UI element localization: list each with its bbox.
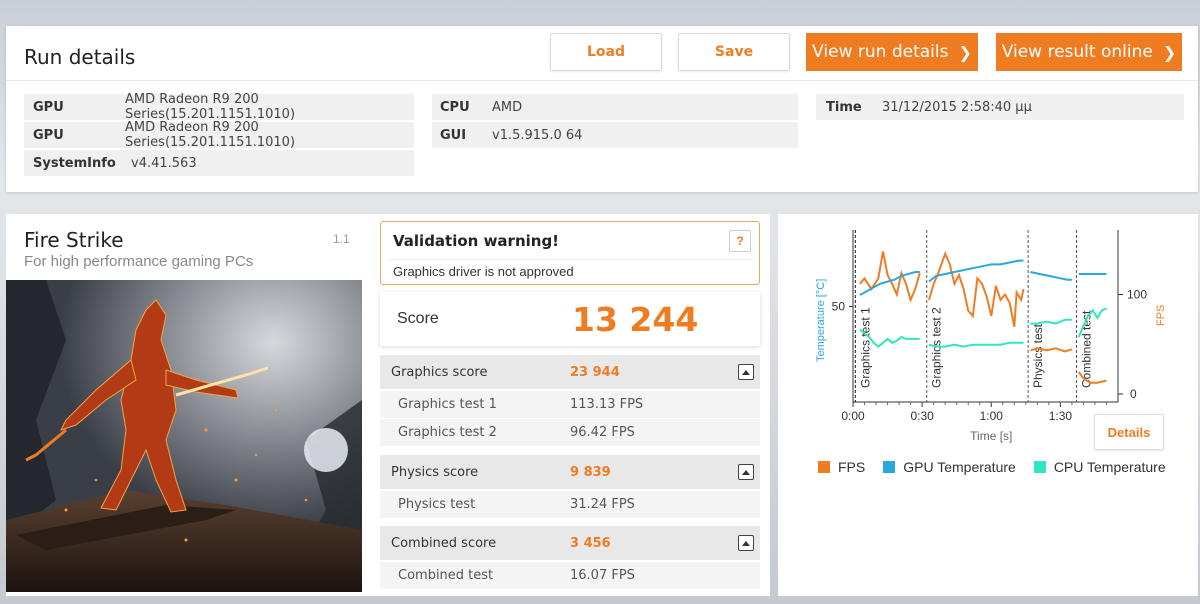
info-value: AMD xyxy=(492,99,523,115)
graphics-score-label: Graphics score xyxy=(391,365,488,380)
chevron-right-icon: ❯ xyxy=(958,42,972,62)
run-details-title: Run details xyxy=(24,45,136,69)
info-value: v1.5.915.0 64 xyxy=(492,127,583,143)
collapse-icon[interactable] xyxy=(738,364,754,380)
info-value: v4.41.563 xyxy=(131,155,197,171)
load-button[interactable]: Load xyxy=(550,33,662,71)
info-key: SystemInfo xyxy=(33,155,116,171)
view-result-online-button[interactable]: View result online ❯ xyxy=(996,33,1182,71)
chevron-right-icon: ❯ xyxy=(1162,42,1177,62)
y-right-tick-label: 0 xyxy=(1130,387,1137,401)
info-value: 31/12/2015 2:58:40 μμ xyxy=(882,99,1032,115)
validation-warning-box: Validation warning! ? Graphics driver is… xyxy=(380,221,760,285)
combined-score-header[interactable]: Combined score 3 456 xyxy=(380,526,760,560)
view-run-details-button[interactable]: View run details ❯ xyxy=(806,33,978,71)
benchmark-version: 1.1 xyxy=(333,232,350,246)
graphics-test-2-row: Graphics test 2 96.42 FPS xyxy=(380,419,760,446)
physics-score-label: Physics score xyxy=(391,465,479,480)
test-label: Graphics test 2 xyxy=(398,425,497,440)
test-value: 31.24 FPS xyxy=(570,497,635,512)
y-right-tick-label: 100 xyxy=(1127,288,1147,302)
series-line-cpu-temperature xyxy=(1030,318,1072,325)
y-left-axis-title: Temperature [°C] xyxy=(815,279,827,362)
legend-swatch-fps xyxy=(818,461,830,473)
combined-test-row: Combined test 16.07 FPS xyxy=(380,562,760,589)
info-value: AMD Radeon R9 200 Series(15.201.1151.101… xyxy=(124,92,296,122)
series-line-gpu-temperature xyxy=(928,259,1024,283)
x-tick-label: 1:30 xyxy=(1049,409,1073,423)
series-line-fps xyxy=(859,251,921,303)
y-right-axis-title: FPS xyxy=(1155,305,1167,326)
section-label: Graphics test 1 xyxy=(858,307,872,388)
physics-test-row: Physics test 31.24 FPS xyxy=(380,491,760,518)
save-button[interactable]: Save xyxy=(678,33,790,71)
collapse-icon[interactable] xyxy=(738,464,754,480)
combined-score-label: Combined score xyxy=(391,536,497,551)
test-label: Physics test xyxy=(398,497,476,512)
combined-score-value: 3 456 xyxy=(570,536,611,551)
info-row-gpu2: GPU AMD Radeon R9 200 Series(15.201.1151… xyxy=(24,120,414,150)
overall-score-box: Score 13 244 xyxy=(380,292,760,346)
test-label: Combined test xyxy=(398,568,494,583)
test-value: 96.42 FPS xyxy=(570,425,635,440)
legend-item-cpu-temperature: CPU Temperature xyxy=(1033,459,1166,475)
monitoring-chart-panel: 0:00 0:30 1:00 1:30 Time [s] 50 100 0 Temperatur… xyxy=(778,214,1198,596)
test-value: 16.07 FPS xyxy=(570,568,635,583)
view-result-online-label: View result online xyxy=(1001,42,1153,62)
legend-swatch-cpu xyxy=(1033,461,1046,473)
score-value: 13 244 xyxy=(572,300,699,339)
legend-item-fps: FPS xyxy=(818,459,865,475)
details-button[interactable]: Details xyxy=(1094,414,1164,450)
view-run-details-label: View run details xyxy=(812,42,949,62)
benchmark-hero-image xyxy=(6,280,362,592)
info-key: GPU xyxy=(33,127,64,143)
chart-legend: FPS GPU Temperature CPU Temperature xyxy=(818,459,1166,475)
x-tick-label: 0:30 xyxy=(910,409,934,423)
legend-swatch-gpu xyxy=(883,461,896,473)
section-label: Physics test xyxy=(1031,323,1045,388)
info-key: GUI xyxy=(440,127,467,143)
legend-label-cpu-temperature: CPU Temperature xyxy=(1053,459,1166,475)
physics-score-header[interactable]: Physics score 9 839 xyxy=(380,455,760,489)
run-details-panel: Run details Load Save View run details ❯… xyxy=(6,26,1198,192)
graphics-score-value: 23 944 xyxy=(570,365,620,380)
legend-label-gpu-temperature: GPU Temperature xyxy=(903,459,1016,475)
info-row-time: Time 31/12/2015 2:58:40 μμ xyxy=(816,94,1184,120)
divider xyxy=(389,259,751,260)
y-left-tick-label: 50 xyxy=(832,299,846,313)
graphics-score-header[interactable]: Graphics score 23 944 xyxy=(380,355,760,389)
info-value: AMD Radeon R9 200 Series(15.201.1151.101… xyxy=(124,120,296,150)
info-key: GPU xyxy=(33,99,64,115)
info-row-cpu: CPU AMD xyxy=(432,94,798,120)
help-button[interactable]: ? xyxy=(729,230,751,252)
benchmark-title: Fire Strike xyxy=(24,228,124,252)
benchmark-result-panel: Fire Strike For high performance gaming … xyxy=(6,214,770,596)
validation-message: Graphics driver is not approved xyxy=(393,264,574,279)
test-label: Graphics test 1 xyxy=(398,397,497,412)
legend-item-gpu-temperature: GPU Temperature xyxy=(883,459,1016,475)
x-axis-title: Time [s] xyxy=(970,429,1012,443)
info-row-gui: GUI v1.5.915.0 64 xyxy=(432,122,798,148)
benchmark-subtitle: For high performance gaming PCs xyxy=(24,253,254,270)
x-tick-label: 1:00 xyxy=(980,409,1004,423)
test-value: 113.13 FPS xyxy=(570,397,644,412)
info-row-systeminfo: SystemInfo v4.41.563 xyxy=(24,150,414,176)
score-label: Score xyxy=(397,310,439,327)
physics-score-value: 9 839 xyxy=(570,465,611,480)
divider xyxy=(6,80,1198,81)
series-line-gpu-temperature xyxy=(1030,271,1072,281)
info-key: Time xyxy=(826,99,862,115)
info-row-gpu1: GPU AMD Radeon R9 200 Series(15.201.1151… xyxy=(24,92,414,122)
validation-title: Validation warning! xyxy=(393,232,560,250)
collapse-icon[interactable] xyxy=(738,535,754,551)
info-key: CPU xyxy=(440,99,470,115)
graphics-test-1-row: Graphics test 1 113.13 FPS xyxy=(380,391,760,418)
legend-label-fps: FPS xyxy=(838,459,866,475)
x-tick-label: 0:00 xyxy=(841,409,865,423)
